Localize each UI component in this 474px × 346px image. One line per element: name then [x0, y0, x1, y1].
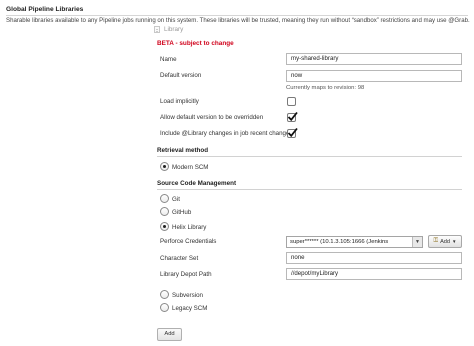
retrieval-method-heading: Retrieval method [157, 147, 209, 154]
scm-label-helix: Helix Library [172, 224, 207, 231]
charset-label: Character Set [160, 255, 199, 262]
checkmark-icon [287, 127, 298, 138]
scm-heading: Source Code Management [157, 180, 237, 187]
scm-radio-helix[interactable] [160, 222, 169, 231]
include-changes-label: Include @Library changes in job recent c… [160, 130, 293, 137]
caret-down-icon: ▼ [452, 239, 457, 244]
chevron-down-icon: ▼ [412, 237, 422, 247]
checkmark-icon [287, 111, 298, 122]
credentials-label: Perforce Credentials [160, 238, 217, 245]
default-version-label: Default version [160, 72, 202, 79]
scm-radio-git[interactable] [160, 194, 169, 203]
scm-divider [157, 189, 462, 190]
scm-label-github: GitHub [172, 209, 192, 216]
name-input[interactable]: my-shared-library [286, 53, 462, 65]
scm-radio-subversion[interactable] [160, 290, 169, 299]
add-library-button[interactable]: Add [157, 328, 182, 341]
document-icon [154, 26, 160, 33]
key-icon: ⚿ [433, 238, 439, 244]
modern-scm-label: Modern SCM [172, 164, 209, 171]
load-implicitly-label: Load implicitly [160, 98, 199, 105]
library-header: Library [154, 26, 183, 33]
scm-label-legacy: Legacy SCM [172, 305, 208, 312]
scm-label-subversion: Subversion [172, 292, 203, 299]
section-title: Global Pipeline Libraries [6, 6, 84, 13]
depot-path-input[interactable]: //depot/myLibrary [286, 268, 462, 280]
allow-override-label: Allow default version to be overridden [160, 114, 264, 121]
default-version-input[interactable]: now [286, 70, 462, 82]
scm-label-git: Git [172, 196, 180, 203]
retrieval-divider [157, 156, 462, 157]
beta-notice: BETA - subject to change [157, 40, 234, 47]
include-changes-checkbox[interactable] [287, 127, 298, 138]
credentials-add-button[interactable]: ⚿ Add ▼ [428, 235, 462, 248]
depot-path-label: Library Depot Path [160, 271, 212, 278]
credentials-add-label: Add [440, 238, 451, 245]
section-description: Sharable libraries available to any Pipe… [6, 17, 470, 24]
name-label: Name [160, 56, 177, 63]
scm-radio-legacy[interactable] [160, 303, 169, 312]
credentials-select[interactable]: super****** (10.1.3.105:1666 (Jenkins ma… [286, 236, 423, 248]
section-divider [6, 15, 468, 16]
load-implicitly-checkbox[interactable] [287, 97, 296, 106]
charset-input[interactable]: none [286, 252, 462, 264]
credentials-value: super****** (10.1.3.105:1666 (Jenkins ma… [290, 239, 389, 245]
scm-radio-github[interactable] [160, 207, 169, 216]
modern-scm-radio[interactable] [160, 162, 169, 171]
revision-hint: Currently maps to revision: 98 [286, 85, 365, 91]
allow-override-checkbox[interactable] [287, 111, 298, 122]
library-heading: Library [164, 26, 184, 33]
